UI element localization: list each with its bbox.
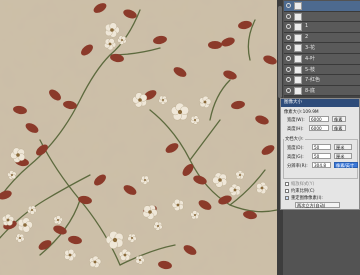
- height-label: 高度(H):: [287, 127, 304, 132]
- scale-styles-label: 缩放样式(Y): [291, 182, 315, 187]
- scale-styles-checkbox[interactable]: [285, 182, 289, 186]
- layer-list: 1 2 3-花 4-叶 5-枝 7-红色 8-底: [284, 1, 360, 97]
- layer-thumbnail-icon: [294, 54, 302, 63]
- layer-thumbnail-icon: [294, 2, 302, 10]
- layer-row[interactable]: 4-叶: [284, 53, 360, 65]
- layer-name: 7-红色: [305, 77, 320, 84]
- doc-width-label: 宽度(D):: [287, 146, 304, 151]
- layer-name: 4-叶: [305, 55, 315, 62]
- layer-thumbnail-icon: [294, 76, 302, 85]
- doc-width-input[interactable]: 50: [312, 144, 331, 150]
- layer-row[interactable]: 1: [284, 22, 360, 33]
- doc-height-unit-select[interactable]: 厘米: [334, 153, 352, 159]
- document-size-label: 文档大小:: [284, 136, 305, 142]
- visibility-eye-icon[interactable]: [286, 24, 291, 30]
- width-label: 宽度(W):: [287, 118, 305, 123]
- dialog-title: 图像大小: [281, 99, 359, 107]
- doc-height-label: 高度(G):: [287, 155, 304, 160]
- layer-name: 2: [305, 33, 309, 40]
- visibility-eye-icon[interactable]: [286, 34, 291, 40]
- layer-thumbnail-icon: [294, 44, 302, 53]
- layer-thumbnail-icon: [294, 33, 302, 42]
- layer-thumbnail-icon: [294, 65, 302, 74]
- pixel-width-input[interactable]: 6000: [309, 116, 329, 122]
- visibility-eye-icon[interactable]: [286, 13, 291, 19]
- layer-name: 8-底: [305, 87, 315, 94]
- visibility-eye-icon[interactable]: [286, 77, 291, 83]
- resample-checkbox[interactable]: [285, 196, 289, 200]
- scrollbar-thumb[interactable]: [278, 6, 282, 98]
- layer-thumbnail-icon: [294, 12, 302, 21]
- document-canvas[interactable]: [0, 0, 277, 275]
- pixel-dimensions-label: 像素大小:109.9M: [284, 110, 319, 115]
- visibility-eye-icon[interactable]: [286, 66, 291, 72]
- layer-name: 3-花: [305, 45, 315, 52]
- visibility-eye-icon[interactable]: [286, 45, 291, 51]
- layer-row[interactable]: 3-花: [284, 43, 360, 54]
- floral-wallpaper-artwork: [0, 0, 277, 275]
- image-size-dialog: 图像大小 像素大小:109.9M 宽度(W): 6000 像素 高度(H): 6…: [280, 98, 360, 210]
- constrain-proportions-label: 约束比例(C): [291, 189, 315, 194]
- layer-thumbnail-icon: [294, 23, 302, 32]
- layer-row[interactable]: 5-枝: [284, 64, 360, 76]
- resample-label: 重定图像像素(I):: [291, 196, 323, 201]
- pixel-height-unit-select[interactable]: 像素: [332, 125, 346, 131]
- resample-method-select[interactable]: 两次立方(自动): [295, 202, 340, 208]
- pixel-width-unit-select[interactable]: 像素: [332, 116, 346, 122]
- layer-thumbnail-icon: [294, 86, 302, 95]
- resolution-label: 分辨率(R):: [287, 164, 308, 169]
- visibility-eye-icon[interactable]: [286, 55, 291, 61]
- resolution-unit-select[interactable]: 像素/英寸: [334, 162, 358, 168]
- layer-name: 1: [305, 23, 309, 30]
- leaf: [208, 41, 222, 49]
- layer-row[interactable]: 2: [284, 32, 360, 44]
- layer-name: 5-枝: [305, 66, 315, 73]
- visibility-eye-icon[interactable]: [286, 87, 291, 93]
- pixel-height-input[interactable]: 6000: [309, 125, 329, 131]
- layer-row[interactable]: [284, 11, 360, 23]
- doc-width-unit-select[interactable]: 厘米: [334, 144, 352, 150]
- constrain-proportions-checkbox[interactable]: [285, 189, 289, 193]
- visibility-eye-icon[interactable]: [286, 3, 291, 8]
- doc-height-input[interactable]: 50: [312, 153, 331, 159]
- layer-row[interactable]: 7-红色: [284, 75, 360, 86]
- resolution-input[interactable]: 304.8: [312, 162, 331, 168]
- layer-row[interactable]: 8-底: [284, 85, 360, 97]
- layer-row[interactable]: [284, 1, 360, 12]
